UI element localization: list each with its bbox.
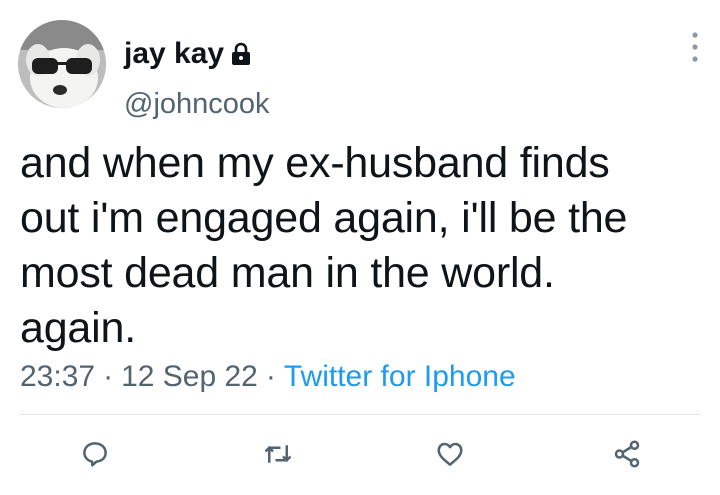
- user-handle[interactable]: @johncook: [124, 86, 270, 122]
- retweet-icon: [264, 445, 292, 463]
- lock-icon: [232, 42, 251, 65]
- heart-icon: [437, 442, 463, 466]
- more-options-icon[interactable]: [690, 30, 700, 64]
- tweet-actions: [0, 434, 720, 474]
- meta-separator: ·: [265, 360, 276, 393]
- share-icon: [614, 440, 640, 468]
- tweet-source-link[interactable]: Twitter for Iphone: [284, 360, 516, 393]
- retweet-button[interactable]: [258, 434, 298, 474]
- share-button[interactable]: [607, 434, 647, 474]
- display-name-text: jay kay: [124, 37, 225, 70]
- like-button[interactable]: [430, 434, 470, 474]
- tweet-text: and when my ex-husband finds out i'm eng…: [20, 139, 628, 352]
- avatar[interactable]: [18, 20, 106, 108]
- tweet-date[interactable]: 12 Sep 22: [121, 360, 258, 393]
- divider: [20, 414, 700, 415]
- tweet-meta: 23:37 · 12 Sep 22 · Twitter for Iphone: [20, 358, 516, 396]
- meta-separator: ·: [103, 360, 114, 393]
- display-name[interactable]: jay kay: [124, 36, 252, 72]
- tweet-time[interactable]: 23:37: [20, 360, 95, 393]
- dog-with-sunglasses-avatar: [18, 20, 106, 108]
- reply-icon: [83, 442, 107, 467]
- reply-button[interactable]: [75, 434, 115, 474]
